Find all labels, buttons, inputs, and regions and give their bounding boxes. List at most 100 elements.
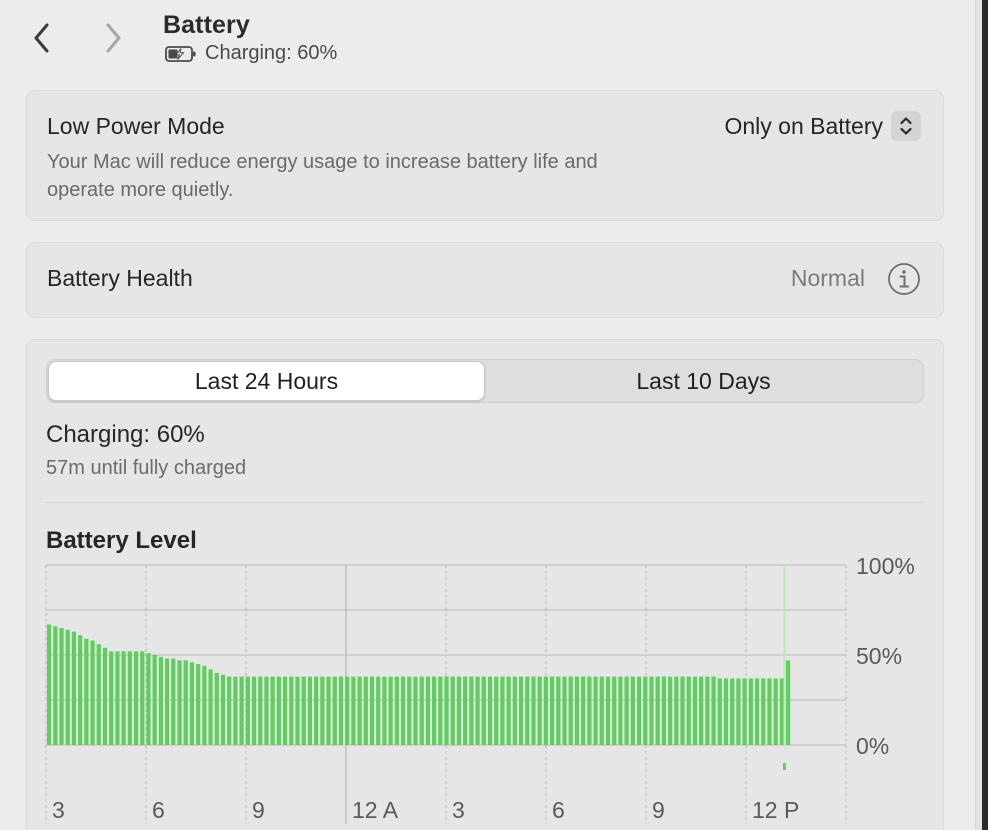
battery-level-bar [96,644,101,745]
battery-level-bar [345,676,350,745]
battery-level-bar [84,638,89,745]
battery-level-chart: 100% 50% 0% 3 6 9 12 A 3 6 9 12 P [45,553,915,824]
battery-level-bar [550,676,555,745]
battery-level-bar [146,653,151,745]
battery-level-bar [469,676,474,745]
battery-level-bar [587,676,592,745]
battery-level-bar [189,662,195,745]
battery-level-bar [736,678,741,745]
battery-level-bar [314,676,319,745]
y-axis-tick-label: 0% [856,733,889,759]
battery-level-bar [754,678,760,745]
battery-level-bar [481,676,486,745]
battery-level-bar [47,624,52,745]
battery-usage-card: Last 24 Hours Last 10 Days Charging: 60%… [26,339,944,830]
battery-level-bar [158,656,163,745]
battery-level-bar [785,660,791,745]
battery-level-bar [251,676,257,745]
chevron-right-icon [106,23,121,53]
battery-level-bar [655,676,660,745]
battery-level-bar [152,655,157,745]
low-power-mode-card: Low Power Mode Your Mac will reduce ener… [26,90,944,221]
battery-level-bar [183,660,188,745]
battery-level-bar [612,676,617,745]
battery-level-bar [363,676,368,745]
battery-level-bar [220,674,226,745]
battery-level-bar [394,676,399,745]
battery-level-bar [692,676,698,745]
battery-level-bar [742,678,747,745]
battery-level-bar [699,676,704,745]
battery-level-bar [164,658,170,745]
x-axis-tick-label: 3 [52,797,65,823]
battery-level-bar [543,676,548,745]
battery-level-bar [382,676,387,745]
x-axis-tick-label: 3 [452,797,465,823]
battery-level-bar [369,676,375,745]
battery-level-bar [761,678,766,745]
x-axis-tick-label: 6 [152,797,165,823]
battery-level-bar [289,676,294,745]
battery-level-bar [338,676,344,745]
back-button[interactable] [27,20,57,56]
battery-level-bar [264,676,269,745]
x-axis-tick-label: 12 A [352,797,399,823]
battery-level-bar [525,676,530,745]
battery-level-bar [388,676,393,745]
charging-status-text: Charging: 60% [205,42,338,64]
battery-level-bar [605,676,611,745]
battery-level-bar [537,676,542,745]
battery-level-bar [59,628,64,745]
battery-level-bar [233,676,238,745]
battery-level-bar [196,664,201,745]
battery-level-bar [773,678,778,745]
battery-level-bar [432,676,437,745]
battery-level-bar [680,676,685,745]
battery-level-bar [674,676,679,745]
battery-level-bar [512,676,517,745]
battery-level-bar [500,676,505,745]
x-axis-tick-label: 9 [252,797,265,823]
battery-level-bar [121,651,126,745]
info-circle-icon [888,263,920,295]
battery-level-bar [276,676,281,745]
battery-level-bar [171,658,176,745]
battery-level-bar [518,676,524,745]
battery-level-bar [407,676,412,745]
battery-level-bar [71,631,77,745]
battery-level-bar [239,676,244,745]
low-power-mode-title: Low Power Mode [47,113,225,139]
battery-health-info-button[interactable] [887,262,921,296]
battery-level-bar [202,665,207,745]
battery-level-bar [425,676,431,745]
y-axis-tick-label: 50% [856,643,902,669]
battery-level-bar [506,676,511,745]
battery-level-bar [556,676,561,745]
battery-level-bar [748,678,753,745]
low-power-mode-value: Only on Battery [724,112,883,139]
battery-level-bar [730,678,735,745]
page-title: Battery [163,11,250,39]
y-axis-tick-label: 100% [856,553,915,579]
battery-level-bar [661,676,666,745]
battery-level-bar [140,651,145,745]
battery-level-bar [438,676,443,745]
battery-level-bar [282,676,288,745]
battery-level-bar [779,678,784,745]
battery-level-bar [127,651,132,745]
battery-level-bar [115,651,120,745]
battery-level-bar [326,676,331,745]
x-axis-tick-label: 9 [652,797,665,823]
battery-charging-icon [165,45,196,62]
battery-level-bar [258,676,263,745]
battery-level-bar [78,635,83,745]
low-power-mode-popup[interactable]: Only on Battery [724,111,921,141]
battery-level-bar [227,676,232,745]
battery-level-bar [301,676,306,745]
forward-button[interactable] [98,20,128,56]
battery-level-bar [413,676,418,745]
window-edge [975,0,982,830]
low-power-mode-description: Your Mac will reduce energy usage to inc… [47,151,598,201]
battery-level-bar [177,660,182,745]
battery-level-bar [723,678,729,745]
